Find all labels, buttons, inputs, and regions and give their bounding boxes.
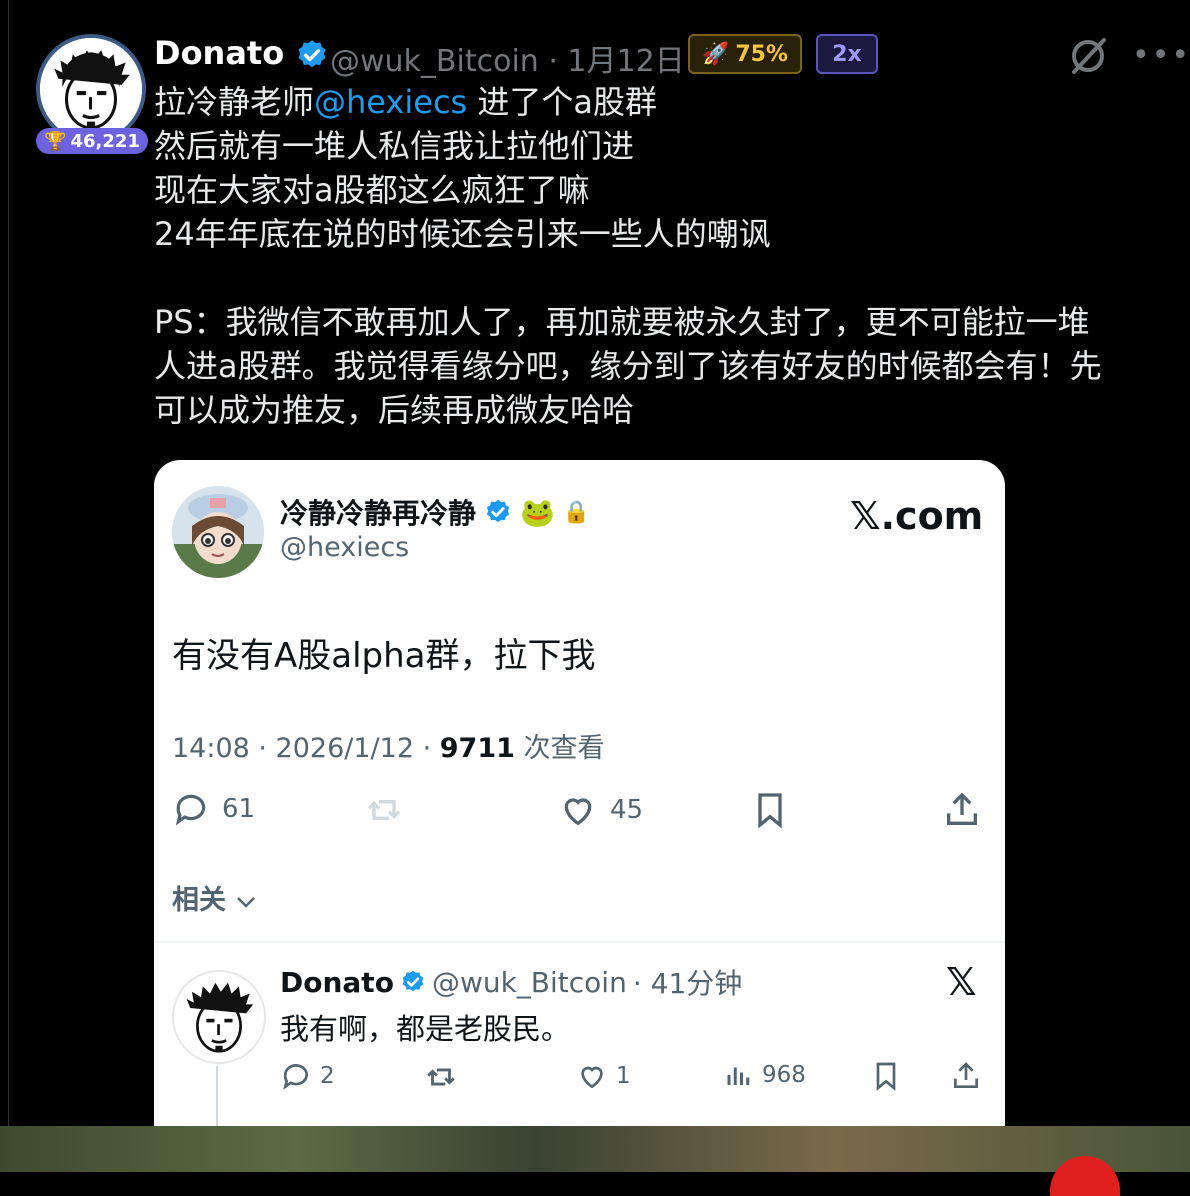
more-icon[interactable]: ••• bbox=[1132, 38, 1190, 73]
reply-icon bbox=[175, 794, 206, 826]
tweet-line-5: PS：我微信不敢再加人了，再加就要被永久封了，更不可能拉一堆 bbox=[154, 303, 1090, 341]
quoted-text: 有没有A股alpha群，拉下我 bbox=[172, 636, 596, 676]
verified-badge-icon bbox=[298, 40, 326, 68]
quoted-view-label: 次查看 bbox=[514, 733, 605, 764]
tweet-text: 拉冷静老师@hexiecs 进了个a股群 然后就有一堆人私信我让拉他们进 现在大… bbox=[154, 80, 1174, 432]
reply-button[interactable]: 61 bbox=[172, 790, 255, 828]
author-handle[interactable]: @wuk_Bitcoin · 1月12日 bbox=[330, 36, 685, 80]
author-name-text: Donato bbox=[154, 34, 285, 72]
x-com-watermark: 𝕏.com bbox=[850, 494, 984, 538]
bar-chart-icon bbox=[727, 1067, 750, 1085]
reply-author-name[interactable]: Donato bbox=[280, 966, 394, 999]
reply-like-count: 1 bbox=[616, 1063, 631, 1089]
tweet-line-1: 拉冷静老师@hexiecs 进了个a股群 bbox=[154, 80, 1174, 124]
reply-share-button[interactable] bbox=[950, 1060, 982, 1092]
reply-action-bar: 2 1 968 bbox=[154, 1060, 1005, 1100]
tweet-line-1-text: 拉冷静老师 bbox=[154, 83, 315, 121]
quoted-handle[interactable]: @hexiecs bbox=[280, 532, 409, 563]
share-button[interactable] bbox=[942, 790, 982, 830]
bookmark-icon bbox=[876, 1062, 896, 1091]
tweet-line-4: 24年年底在说的时候还会引来一些人的嘲讽 bbox=[154, 215, 771, 253]
reply-icon bbox=[283, 1064, 308, 1090]
reply-reply-count: 2 bbox=[320, 1063, 335, 1089]
related-label: 相关 bbox=[172, 885, 226, 916]
retweet-icon bbox=[427, 1068, 455, 1086]
heart-icon bbox=[581, 1066, 603, 1089]
quoted-timestamp: 14:08 · 2026/1/12 · bbox=[172, 733, 440, 764]
retweet-button[interactable] bbox=[364, 790, 404, 830]
embedded-screenshot-card[interactable]: 冷静冷静再冷静 🐸 🔒 @hexiecs 𝕏.com 有没有A股alpha群，拉… bbox=[154, 460, 1005, 1160]
reply-time[interactable]: · 41分钟 bbox=[633, 962, 742, 1002]
bookmark-icon bbox=[758, 793, 782, 829]
bookmark-button[interactable] bbox=[750, 790, 790, 830]
red-badge-shape bbox=[1050, 1156, 1120, 1196]
share-icon bbox=[947, 792, 977, 825]
quoted-name-text: 冷静冷静再冷静 bbox=[280, 497, 477, 530]
card-divider bbox=[154, 941, 1005, 943]
chevron-down-icon bbox=[237, 897, 256, 908]
related-toggle[interactable]: 相关 bbox=[172, 878, 257, 917]
share-icon bbox=[954, 1062, 978, 1088]
multiplier-badge[interactable]: 2x bbox=[816, 34, 878, 74]
author-name[interactable]: Donato bbox=[154, 34, 329, 72]
like-button[interactable]: 45 bbox=[558, 790, 643, 830]
rocket-score-badge[interactable]: 🚀 75% bbox=[688, 34, 802, 74]
verified-badge-icon bbox=[402, 970, 424, 992]
x-logo-icon: 𝕏 bbox=[946, 960, 977, 1004]
reply-count: 61 bbox=[222, 794, 256, 824]
avatar-face-icon bbox=[40, 38, 142, 140]
tweet-line-3: 现在大家对a股都这么疯狂了嘛 bbox=[154, 171, 590, 209]
trophy-icon: 🏆 bbox=[44, 130, 67, 152]
reply-text: 我有啊，都是老股民。 bbox=[280, 1012, 571, 1046]
reply-view-count: 968 bbox=[762, 1062, 806, 1088]
rank-badge: 🏆 46,221 bbox=[36, 128, 148, 154]
anime-avatar-icon bbox=[172, 486, 264, 578]
quoted-action-bar: 61 45 bbox=[154, 790, 1005, 840]
author-handle-text: @wuk_Bitcoin bbox=[330, 44, 539, 79]
reply-reply-button[interactable]: 2 bbox=[280, 1060, 335, 1092]
quoted-view-count: 9711 bbox=[439, 733, 515, 764]
quoted-name[interactable]: 冷静冷静再冷静 🐸 🔒 bbox=[280, 492, 590, 532]
reply-like-button[interactable]: 1 bbox=[576, 1060, 631, 1092]
reply-views-button[interactable]: 968 bbox=[724, 1060, 806, 1090]
reply-bookmark-button[interactable] bbox=[870, 1060, 902, 1092]
tweet-line-1-tail: 进了个a股群 bbox=[467, 83, 657, 121]
rank-count: 46,221 bbox=[70, 130, 140, 152]
quoted-avatar[interactable] bbox=[172, 486, 264, 578]
reply-header: Donato @wuk_Bitcoin · 41分钟 bbox=[280, 962, 742, 1002]
heart-icon bbox=[564, 798, 592, 826]
frog-icon: 🐸 bbox=[520, 495, 555, 529]
background-photo-strip bbox=[0, 1126, 1190, 1196]
retweet-icon bbox=[367, 800, 401, 820]
quoted-meta: 14:08 · 2026/1/12 · 9711 次查看 bbox=[172, 726, 605, 765]
tweet-line-6: 人进a股群。我觉得看缘分吧，缘分到了该有好友的时候都会有！先 bbox=[154, 347, 1102, 385]
reply-avatar[interactable] bbox=[172, 970, 266, 1064]
tweet-line-2: 然后就有一堆人私信我让拉他们进 bbox=[154, 127, 635, 165]
verified-badge-icon bbox=[486, 499, 510, 523]
like-count: 45 bbox=[610, 795, 644, 825]
lock-icon: 🔒 bbox=[562, 499, 591, 525]
avatar-face-icon bbox=[174, 972, 264, 1062]
rocket-icon: 🚀 bbox=[701, 41, 730, 67]
reply-retweet-button[interactable] bbox=[424, 1060, 458, 1094]
grok-icon[interactable] bbox=[1068, 36, 1108, 76]
reply-author-handle[interactable]: @wuk_Bitcoin bbox=[432, 966, 627, 999]
post-date[interactable]: · 1月12日 bbox=[548, 44, 684, 79]
left-divider bbox=[8, 0, 9, 1126]
tweet-line-7: 可以成为推友，后续再成微友哈哈 bbox=[154, 391, 635, 429]
mention-link[interactable]: @hexiecs bbox=[314, 83, 467, 121]
rocket-score-value: 75% bbox=[735, 41, 789, 67]
